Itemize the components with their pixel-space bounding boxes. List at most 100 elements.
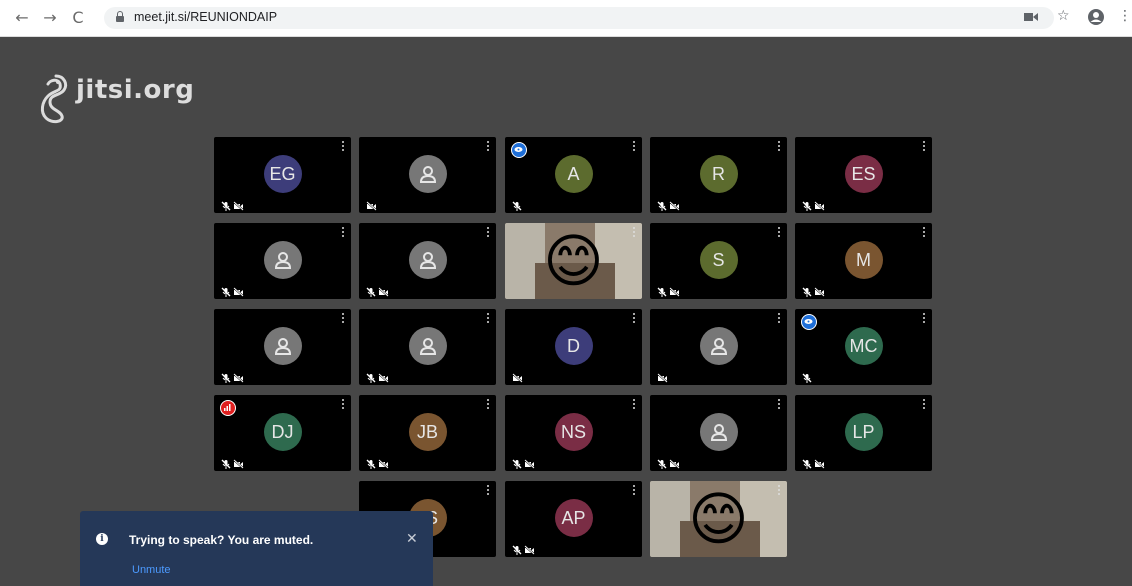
mic-muted-icon xyxy=(221,284,231,297)
mic-muted-icon xyxy=(366,456,376,469)
participant-tile[interactable]: EG xyxy=(214,137,351,213)
forward-arrow-icon[interactable]: → xyxy=(40,8,60,28)
tile-menu-icon[interactable] xyxy=(778,399,781,411)
tile-status-icons xyxy=(657,198,680,211)
camera-off-icon xyxy=(524,542,535,555)
tile-status-icons xyxy=(512,542,535,555)
unmute-link[interactable]: Unmute xyxy=(132,564,171,576)
tile-menu-icon[interactable] xyxy=(487,227,490,239)
participant-tile[interactable]: MC xyxy=(795,309,932,385)
jitsi-logo[interactable]: jitsi.org xyxy=(38,72,194,124)
tile-status-icons xyxy=(802,456,825,469)
participant-tile[interactable] xyxy=(650,395,787,471)
participant-tile[interactable]: DJ xyxy=(214,395,351,471)
participant-tile[interactable]: LP xyxy=(795,395,932,471)
tile-status-icons xyxy=(366,198,377,211)
tile-menu-icon[interactable] xyxy=(923,141,926,153)
default-avatar-icon xyxy=(699,413,738,451)
camera-icon[interactable] xyxy=(1024,10,1038,26)
camera-off-icon xyxy=(512,370,523,383)
star-icon[interactable]: ☆ xyxy=(1057,8,1070,24)
participant-tile[interactable] xyxy=(650,309,787,385)
tile-status-icons xyxy=(802,370,812,383)
mic-muted-icon xyxy=(366,370,376,383)
camera-off-icon xyxy=(814,284,825,297)
tile-menu-icon[interactable] xyxy=(487,485,490,497)
profile-icon[interactable] xyxy=(1087,8,1105,30)
tile-menu-icon[interactable] xyxy=(923,227,926,239)
participant-tile[interactable]: JB xyxy=(359,395,496,471)
mic-muted-icon xyxy=(512,198,522,211)
notification-title: Trying to speak? You are muted. xyxy=(129,533,314,547)
mic-muted-icon xyxy=(657,456,667,469)
participant-tile[interactable]: D xyxy=(505,309,642,385)
mic-muted-icon xyxy=(802,198,812,211)
participant-tile[interactable]: 😊 xyxy=(650,481,787,557)
info-icon: i xyxy=(96,533,108,545)
tile-menu-icon[interactable] xyxy=(633,227,636,239)
default-avatar-icon xyxy=(263,241,302,279)
default-avatar-icon xyxy=(408,327,447,365)
tile-menu-icon[interactable] xyxy=(923,313,926,325)
tile-menu-icon[interactable] xyxy=(342,399,345,411)
tile-menu-icon[interactable] xyxy=(633,399,636,411)
participant-tile[interactable] xyxy=(359,309,496,385)
participant-tile[interactable]: A xyxy=(505,137,642,213)
participant-tile[interactable] xyxy=(214,309,351,385)
more-menu-icon[interactable]: ⋮ xyxy=(1118,8,1132,24)
participant-tile[interactable] xyxy=(359,137,496,213)
back-arrow-icon[interactable]: ← xyxy=(12,8,32,28)
participant-tile[interactable] xyxy=(214,223,351,299)
tile-menu-icon[interactable] xyxy=(923,399,926,411)
tile-menu-icon[interactable] xyxy=(342,227,345,239)
tile-status-icons xyxy=(657,370,668,383)
participant-tile[interactable]: 😊 xyxy=(505,223,642,299)
close-icon[interactable]: ✕ xyxy=(406,531,418,547)
tile-status-icons xyxy=(366,456,389,469)
camera-off-icon xyxy=(378,284,389,297)
tile-menu-icon[interactable] xyxy=(487,313,490,325)
participant-tile[interactable]: S xyxy=(650,223,787,299)
participant-tile[interactable]: NS xyxy=(505,395,642,471)
connection-poor-icon[interactable] xyxy=(220,400,236,416)
mic-muted-icon xyxy=(802,370,812,383)
participant-tile[interactable]: R xyxy=(650,137,787,213)
participant-tile[interactable] xyxy=(359,223,496,299)
camera-off-icon xyxy=(669,198,680,211)
address-bar[interactable]: meet.jit.si/REUNIONDAIP xyxy=(104,7,1054,29)
participant-avatar: S xyxy=(699,241,738,279)
tile-menu-icon[interactable] xyxy=(633,313,636,325)
tile-menu-icon[interactable] xyxy=(778,141,781,153)
tile-menu-icon[interactable] xyxy=(778,485,781,497)
participant-avatar: EG xyxy=(263,155,302,193)
mic-muted-icon xyxy=(657,284,667,297)
tile-menu-icon[interactable] xyxy=(342,141,345,153)
tile-status-icons xyxy=(512,370,523,383)
mic-muted-icon xyxy=(512,456,522,469)
tile-menu-icon[interactable] xyxy=(778,313,781,325)
participant-avatar: M xyxy=(844,241,883,279)
participant-tile[interactable]: ES xyxy=(795,137,932,213)
mic-muted-icon xyxy=(221,370,231,383)
mic-muted-icon xyxy=(221,198,231,211)
tile-menu-icon[interactable] xyxy=(633,141,636,153)
camera-off-icon xyxy=(814,456,825,469)
reload-icon[interactable]: C xyxy=(68,8,88,28)
mic-muted-icon xyxy=(366,284,376,297)
participant-tile[interactable]: M xyxy=(795,223,932,299)
tile-menu-icon[interactable] xyxy=(487,141,490,153)
mic-muted-icon xyxy=(221,456,231,469)
participant-tile[interactable]: AP xyxy=(505,481,642,557)
tile-menu-icon[interactable] xyxy=(778,227,781,239)
tile-status-icons xyxy=(657,284,680,297)
camera-off-icon xyxy=(669,456,680,469)
connection-good-icon[interactable] xyxy=(511,142,527,158)
tile-status-icons xyxy=(221,456,244,469)
tile-status-icons xyxy=(802,198,825,211)
connection-good-icon[interactable] xyxy=(801,314,817,330)
tile-menu-icon[interactable] xyxy=(633,485,636,497)
tile-menu-icon[interactable] xyxy=(487,399,490,411)
url-text: meet.jit.si/REUNIONDAIP xyxy=(134,10,278,24)
participant-avatar: LP xyxy=(844,413,883,451)
tile-menu-icon[interactable] xyxy=(342,313,345,325)
